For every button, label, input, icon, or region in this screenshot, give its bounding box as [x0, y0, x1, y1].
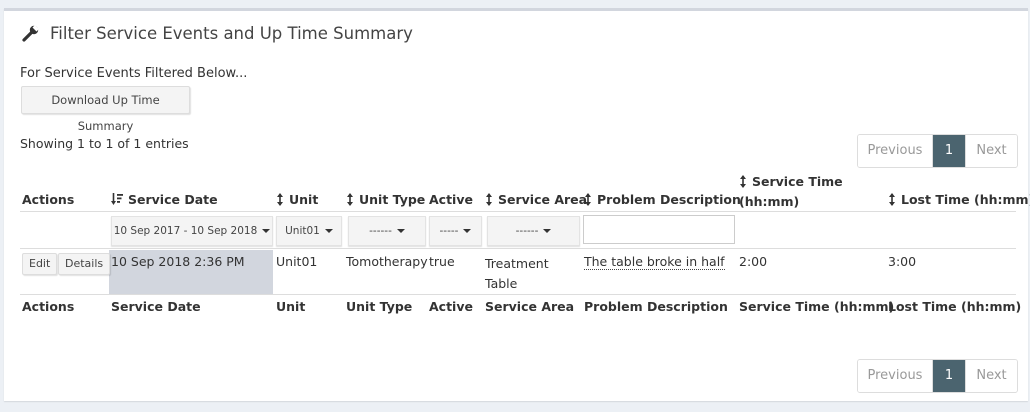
col-header-lost-time[interactable]: Lost Time (hh:mm) — [888, 192, 1030, 207]
footer-col-problem-description: Problem Description — [584, 299, 728, 314]
active-filter-value: ----- — [439, 225, 459, 237]
unit-type-filter[interactable]: ------ — [348, 216, 426, 246]
previous-page-button[interactable]: Previous — [858, 135, 933, 167]
cell-unit-type: Tomotherapy — [346, 254, 428, 269]
footer-col-service-date: Service Date — [111, 299, 201, 314]
sort-icon — [276, 193, 284, 206]
cell-problem-description[interactable]: The table broke in half — [584, 254, 725, 270]
cell-unit: Unit01 — [276, 254, 318, 269]
service-events-panel: Filter Service Events and Up Time Summar… — [4, 8, 1030, 401]
footer-col-service-area: Service Area — [485, 299, 575, 314]
col-header-problem-description[interactable]: Problem Description — [584, 192, 741, 207]
col-header-unit[interactable]: Unit — [276, 192, 318, 207]
service-date-filter[interactable]: 10 Sep 2017 - 10 Sep 2018 — [111, 216, 273, 246]
sort-desc-icon — [111, 193, 123, 206]
next-page-button[interactable]: Next — [965, 360, 1017, 392]
unit-filter-value: Unit01 — [285, 225, 320, 237]
filter-description: For Service Events Filtered Below... — [20, 66, 248, 81]
col-header-service-date[interactable]: Service Date — [111, 192, 218, 207]
col-header-service-time[interactable]: Service Time (hh:mm) — [739, 172, 843, 212]
sort-icon — [485, 193, 493, 206]
active-filter[interactable]: ----- — [429, 216, 482, 246]
sort-icon — [346, 193, 354, 206]
sort-icon — [888, 193, 896, 206]
col-header-service-time-label: Service Time — [752, 174, 843, 189]
caret-down-icon — [262, 229, 271, 233]
panel-header: Filter Service Events and Up Time Summar… — [22, 21, 413, 45]
col-header-lost-time-label: Lost Time (hh:mm) — [901, 192, 1030, 207]
footer-col-unit-type: Unit Type — [346, 299, 413, 314]
caret-down-icon — [463, 229, 472, 233]
col-header-problem-description-label: Problem Description — [597, 192, 741, 207]
previous-page-button[interactable]: Previous — [858, 360, 933, 392]
page-title: Filter Service Events and Up Time Summar… — [50, 23, 413, 43]
problem-description-text: The table broke in half — [584, 254, 725, 270]
wrench-icon — [22, 24, 40, 42]
col-header-unit-type[interactable]: Unit Type — [346, 192, 425, 207]
cell-service-area-line2: Table — [485, 276, 518, 291]
col-header-unit-type-label: Unit Type — [359, 192, 426, 207]
unit-type-filter-value: ------ — [369, 225, 392, 237]
footer-col-lost-time: Lost Time (hh:mm) — [888, 299, 1022, 314]
footer-col-active: Active — [429, 299, 473, 314]
footer-col-service-time: Service Time (hh:mm) — [739, 299, 895, 314]
divider — [20, 211, 1016, 212]
service-area-filter[interactable]: ------ — [487, 216, 580, 246]
cell-active: true — [429, 254, 455, 269]
caret-down-icon — [324, 229, 333, 233]
footer-col-unit: Unit — [276, 299, 306, 314]
col-header-service-date-label: Service Date — [128, 192, 218, 207]
caret-down-icon — [543, 229, 552, 233]
edit-button[interactable]: Edit — [22, 253, 58, 275]
service-date-filter-value: 10 Sep 2017 - 10 Sep 2018 — [113, 225, 258, 237]
pagination-top: Previous 1 Next — [857, 134, 1018, 168]
sort-icon — [739, 175, 747, 188]
unit-filter[interactable]: Unit01 — [276, 216, 342, 246]
footer-col-actions: Actions — [22, 299, 75, 314]
divider — [20, 294, 1016, 295]
col-header-unit-label: Unit — [289, 192, 319, 207]
service-area-filter-value: ------ — [515, 225, 539, 237]
download-uptime-summary-button[interactable]: Download Up Time Summary — [21, 86, 190, 133]
col-header-service-time-unit: (hh:mm) — [739, 194, 800, 209]
pagination-bottom: Previous 1 Next — [857, 359, 1018, 393]
sort-icon — [584, 193, 592, 206]
problem-description-filter-input[interactable] — [583, 215, 735, 244]
col-header-service-area[interactable]: Service Area — [485, 192, 587, 207]
page-1-button[interactable]: 1 — [933, 135, 965, 167]
cell-service-area: Treatment Table — [485, 254, 549, 294]
cell-lost-time: 3:00 — [888, 254, 917, 269]
next-page-button[interactable]: Next — [965, 135, 1017, 167]
details-button[interactable]: Details — [58, 253, 111, 275]
cell-service-area-line1: Treatment — [485, 256, 549, 271]
col-header-actions: Actions — [22, 192, 75, 207]
cell-service-date: 10 Sep 2018 2:36 PM — [111, 254, 245, 269]
col-header-service-area-label: Service Area — [498, 192, 588, 207]
page-1-button[interactable]: 1 — [933, 360, 965, 392]
entries-info: Showing 1 to 1 of 1 entries — [20, 136, 189, 151]
col-header-active: Active — [429, 192, 473, 207]
caret-down-icon — [396, 229, 405, 233]
divider — [20, 248, 1016, 249]
cell-service-time: 2:00 — [739, 254, 768, 269]
